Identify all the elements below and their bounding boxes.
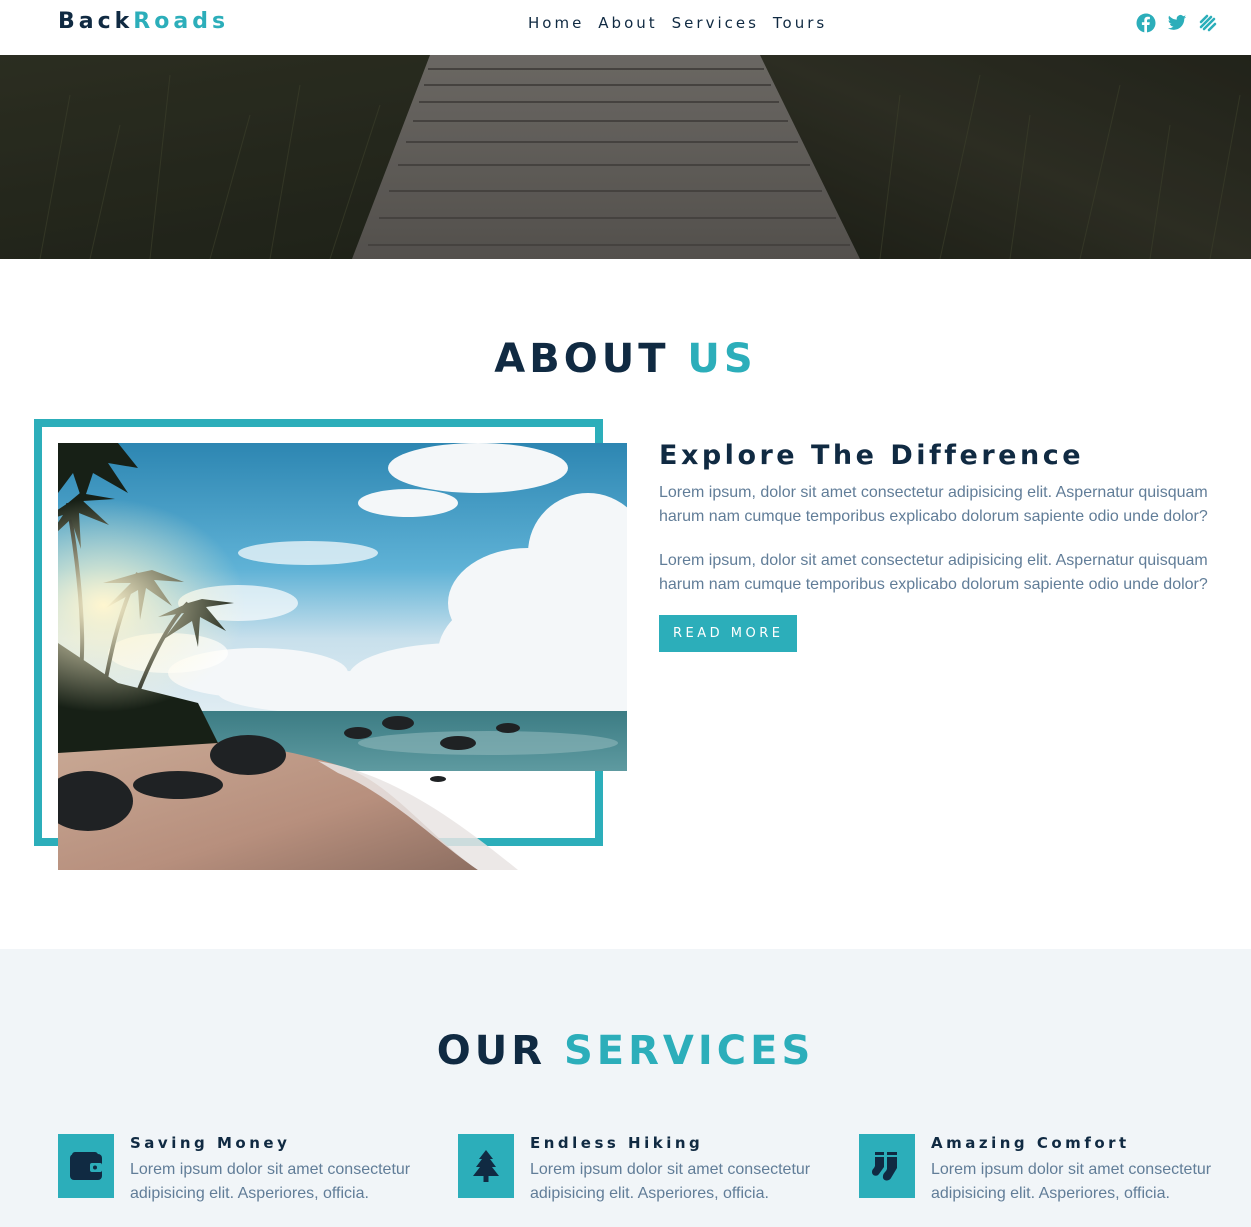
nav-link-about[interactable]: About [598,14,657,32]
nav-link-tours[interactable]: Tours [773,14,827,32]
service-text: Lorem ipsum dolor sit amet consectetur a… [530,1161,811,1202]
twitter-icon[interactable] [1167,13,1187,33]
service-info: Saving Money Lorem ipsum dolor sit amet … [130,1134,440,1206]
about-info: Explore The Difference Lorem ipsum, dolo… [659,440,1229,652]
tree-icon [458,1134,514,1198]
service-title: Endless Hiking [530,1134,704,1152]
hero-banner [0,55,1251,259]
brand-name-part1: Back [58,9,134,34]
about-heading: Explore The Difference [659,440,1085,471]
wallet-icon [58,1134,114,1198]
about-section-title: ABOUT US [0,336,1251,382]
socks-icon [859,1134,915,1198]
navbar: BackRoads Home About Services Tours [0,0,1251,55]
about-beach-image [58,443,627,870]
about-paragraph-1: Lorem ipsum, dolor sit amet consectetur … [659,484,1208,525]
brand-name-part2: Roads [133,9,230,34]
hero-boardwalk-image [0,55,1251,259]
service-info: Endless Hiking Lorem ipsum dolor sit ame… [530,1134,840,1206]
services-section-title: OUR SERVICES [0,1028,1251,1074]
service-text: Lorem ipsum dolor sit amet consectetur a… [130,1161,411,1202]
social-icons [1136,13,1218,33]
read-more-button[interactable]: READ MORE [659,615,798,652]
about-title-part2: US [687,336,757,382]
service-title: Saving Money [130,1134,291,1152]
service-text: Lorem ipsum dolor sit amet consectetur a… [931,1161,1212,1202]
services-title-part2: SERVICES [563,1028,815,1074]
about-paragraph-2: Lorem ipsum, dolor sit amet consectetur … [659,552,1208,593]
nav-link-services[interactable]: Services [672,14,759,32]
nav-link-home[interactable]: Home [528,14,584,32]
service-title: Amazing Comfort [931,1134,1130,1152]
squarespace-icon[interactable] [1198,13,1218,33]
service-info: Amazing Comfort Lorem ipsum dolor sit am… [931,1134,1241,1206]
facebook-icon[interactable] [1136,13,1156,33]
about-title-part1: ABOUT [494,336,670,382]
nav-links: Home About Services Tours [528,14,827,32]
brand-logo[interactable]: BackRoads [58,9,229,34]
services-title-part1: OUR [436,1028,547,1074]
